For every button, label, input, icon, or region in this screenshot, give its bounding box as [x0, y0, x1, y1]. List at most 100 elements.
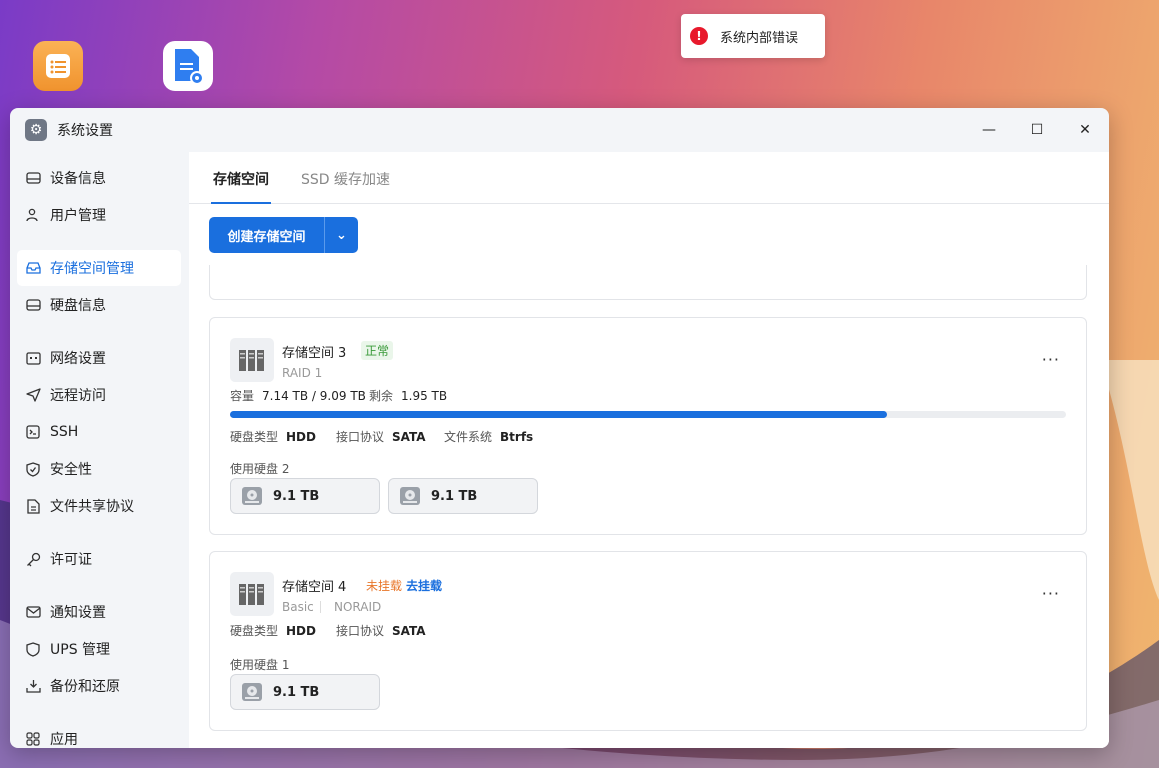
- apps-icon: [25, 731, 41, 747]
- create-storage-button-group: 创建存储空间 ⌄: [209, 217, 358, 253]
- create-storage-button[interactable]: 创建存储空间: [209, 217, 325, 253]
- sidebar-item-security[interactable]: 安全性: [17, 451, 181, 487]
- shield-check-icon: [25, 461, 41, 477]
- raid-level: RAID 1: [282, 366, 323, 380]
- remaining-info: 剩余 1.95 TB: [369, 387, 447, 404]
- sidebar-item-ssh[interactable]: SSH: [17, 414, 181, 450]
- interface-info: 接口协议 SATA: [336, 428, 426, 445]
- sidebar-item-device-info[interactable]: 设备信息: [17, 160, 181, 196]
- status-badge: 未挂载: [366, 579, 403, 593]
- sidebar-item-file-sharing[interactable]: 文件共享协议: [17, 488, 181, 524]
- disk-type-value: HDD: [286, 430, 316, 444]
- used-disks-text: 使用硬盘: [230, 658, 279, 672]
- sidebar-item-label: UPS 管理: [50, 642, 111, 658]
- file-icon: [25, 498, 41, 514]
- sidebar-item-label: 远程访问: [50, 388, 106, 404]
- usage-bar-fill: [230, 411, 888, 418]
- filesystem-info: 文件系统 Btrfs: [444, 428, 533, 445]
- sidebar-item-disk-info[interactable]: 硬盘信息: [17, 287, 181, 323]
- minimize-button[interactable]: —: [965, 108, 1013, 152]
- mount-link[interactable]: 去挂载: [406, 577, 442, 594]
- sidebar-item-label: 许可证: [50, 552, 92, 568]
- pool-index: 4: [338, 580, 347, 595]
- sidebar-item-label: SSH: [50, 424, 79, 440]
- sidebar-item-label: 应用: [50, 732, 78, 748]
- more-options-button[interactable]: ···: [1042, 350, 1060, 369]
- document-scan-app-icon[interactable]: [163, 41, 213, 91]
- sidebar-item-ups[interactable]: UPS 管理: [17, 631, 181, 667]
- used-disks-label: 使用硬盘 2: [230, 460, 289, 477]
- disk-size: 9.1 TB: [273, 488, 320, 504]
- hdd-icon: [242, 683, 262, 701]
- window-title: 系统设置: [57, 123, 113, 139]
- tab-ssd-cache[interactable]: SSD 缓存加速: [301, 169, 390, 189]
- disk-type-label: 硬盘类型: [230, 624, 279, 638]
- disk-size: 9.1 TB: [273, 684, 320, 700]
- raid-mode: NORAID: [334, 600, 382, 614]
- maximize-button[interactable]: ☐: [1013, 108, 1061, 152]
- capacity-value: 7.14 TB / 9.09 TB: [262, 389, 366, 403]
- tab-bar: 存储空间 SSD 缓存加速: [189, 152, 1109, 204]
- raid-level: Basic: [282, 600, 314, 614]
- settings-gear-icon: ⚙: [25, 119, 47, 141]
- sidebar-item-label: 安全性: [50, 462, 92, 478]
- sidebar-item-label: 设备信息: [50, 171, 106, 187]
- title-bar: ⚙ 系统设置 — ☐ ✕: [10, 108, 1109, 152]
- sidebar-item-label: 用户管理: [50, 208, 106, 224]
- disk-icon: [25, 297, 41, 313]
- used-disks-text: 使用硬盘: [230, 462, 279, 476]
- sidebar-item-label: 硬盘信息: [50, 298, 106, 314]
- key-icon: [25, 551, 41, 567]
- disk-size: 9.1 TB: [431, 488, 478, 504]
- chevron-down-icon: ⌄: [336, 227, 347, 243]
- filesystem-label: 文件系统: [444, 430, 493, 444]
- disk-chip[interactable]: 9.1 TB: [230, 478, 380, 514]
- sidebar-item-users[interactable]: 用户管理: [17, 197, 181, 233]
- error-icon: !: [690, 27, 708, 45]
- toast-message: 系统内部错误: [720, 30, 799, 46]
- hdd-icon: [400, 487, 420, 505]
- send-icon: [25, 387, 41, 403]
- sidebar-item-license[interactable]: 许可证: [17, 541, 181, 577]
- sidebar-item-network[interactable]: 网络设置: [17, 340, 181, 376]
- notes-app-icon[interactable]: [33, 41, 83, 91]
- sidebar-item-backup[interactable]: 备份和还原: [17, 668, 181, 704]
- divider: [320, 601, 321, 613]
- server-rack-icon: [230, 338, 274, 382]
- capacity-label: 容量: [230, 389, 255, 403]
- hard-drive-icon: [25, 170, 41, 186]
- sidebar-item-apps[interactable]: 应用: [17, 721, 181, 748]
- disk-type-info: 硬盘类型 HDD: [230, 622, 316, 639]
- more-options-button[interactable]: ···: [1042, 584, 1060, 603]
- interface-label: 接口协议: [336, 430, 385, 444]
- tab-storage-space[interactable]: 存储空间: [211, 169, 271, 204]
- shield-icon: [25, 641, 41, 657]
- pool-name: 存储空间 3: [282, 342, 346, 361]
- sidebar: 设备信息 用户管理 存储空间管理 硬盘信息 网络设置 远程访问 SSH 安全性 …: [10, 152, 189, 748]
- status-badge: 正常: [361, 341, 394, 360]
- users-icon: [25, 207, 41, 223]
- used-disks-count: 2: [281, 462, 290, 476]
- disk-chip[interactable]: 9.1 TB: [388, 478, 538, 514]
- remaining-value: 1.95 TB: [401, 389, 448, 403]
- sidebar-item-storage[interactable]: 存储空间管理: [17, 250, 181, 286]
- pool-list[interactable]: 存储空间 3 正常 RAID 1 ··· 容量 7.14 TB / 9.09 TB …: [189, 265, 1109, 748]
- main-panel: 存储空间 SSD 缓存加速 创建存储空间 ⌄ 存储空间 3 正常 RAID 1 ·…: [189, 152, 1109, 748]
- sidebar-item-notifications[interactable]: 通知设置: [17, 594, 181, 630]
- hdd-icon: [242, 487, 262, 505]
- sidebar-item-label: 文件共享协议: [50, 499, 134, 515]
- interface-label: 接口协议: [336, 624, 385, 638]
- pool-index: 3: [338, 346, 347, 361]
- pool-name: 存储空间 4: [282, 576, 346, 595]
- interface-value: SATA: [392, 430, 426, 444]
- storage-pool-card: [209, 265, 1087, 300]
- pool-name-text: 存储空间: [282, 346, 335, 361]
- storage-pool-card: 存储空间 3 正常 RAID 1 ··· 容量 7.14 TB / 9.09 TB …: [209, 317, 1087, 535]
- sidebar-item-remote-access[interactable]: 远程访问: [17, 377, 181, 413]
- create-dropdown-button[interactable]: ⌄: [325, 217, 358, 253]
- disk-type-info: 硬盘类型 HDD: [230, 428, 316, 445]
- disk-chip[interactable]: 9.1 TB: [230, 674, 380, 710]
- mail-icon: [25, 604, 41, 620]
- close-button[interactable]: ✕: [1061, 108, 1109, 152]
- server-rack-icon: [230, 572, 274, 616]
